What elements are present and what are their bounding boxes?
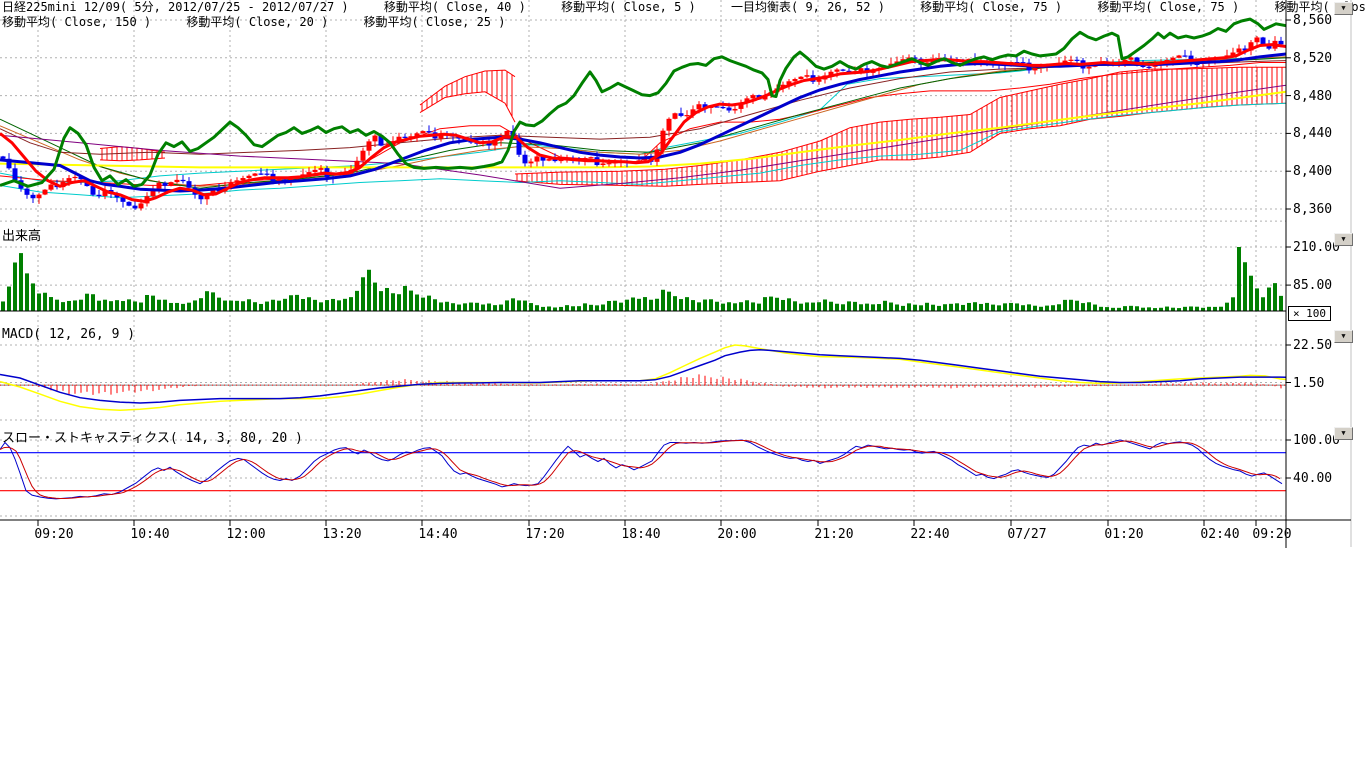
x-axis-tick-label: 09:20 <box>32 527 76 542</box>
x-axis-tick-label: 21:20 <box>812 527 856 542</box>
stoch-axis-label: 40.00 <box>1293 471 1332 486</box>
macd-axis-label: 22.50 <box>1293 338 1332 353</box>
legend-ma150: 移動平均( Close, 150 ) <box>2 15 151 29</box>
x-axis-tick-label: 13:20 <box>320 527 364 542</box>
x-axis-tick-label: 20:00 <box>715 527 759 542</box>
volume-multiplier-badge: × 100 <box>1288 306 1331 321</box>
stoch-axis-label: 100.00 <box>1293 433 1340 448</box>
x-axis-tick-label: 07/27 <box>1005 527 1049 542</box>
chart-window: 日経225mini 12/09( 5分, 2012/07/25 - 2012/0… <box>0 0 1366 768</box>
price-axis-label: 8,440 <box>1293 126 1332 141</box>
legend-ichimoku: 一目均衡表( 9, 26, 52 ) <box>731 0 885 14</box>
price-scale-dropdown-button[interactable]: ▼ <box>1334 2 1353 15</box>
volume-axis-label: 210.00 <box>1293 240 1340 255</box>
legend-ma75a: 移動平均( Close, 75 ) <box>920 0 1062 14</box>
price-axis-label: 8,400 <box>1293 164 1332 179</box>
x-axis-tick-label: 02:40 <box>1198 527 1242 542</box>
stochastics-scale-dropdown-button[interactable]: ▼ <box>1334 427 1353 440</box>
chevron-down-icon: ▼ <box>1341 4 1345 12</box>
price-axis-label: 8,480 <box>1293 89 1332 104</box>
indicator-legend: 日経225mini 12/09( 5分, 2012/07/25 - 2012/0… <box>2 0 1366 30</box>
x-axis-tick-label: 01:20 <box>1102 527 1146 542</box>
macd-scale-dropdown-button[interactable]: ▼ <box>1334 330 1353 343</box>
x-axis-tick-label: 14:40 <box>416 527 460 542</box>
legend-ma20: 移動平均( Close, 20 ) <box>186 15 328 29</box>
legend-ma5: 移動平均( Close, 5 ) <box>561 0 696 14</box>
x-axis-tick-label: 10:40 <box>128 527 172 542</box>
volume-scale-dropdown-button[interactable]: ▼ <box>1334 233 1353 246</box>
macd-axis-label: 1.50 <box>1293 376 1324 391</box>
chart-title: 日経225mini 12/09( 5分, 2012/07/25 - 2012/0… <box>2 0 349 14</box>
legend-ma75b: 移動平均( Close, 75 ) <box>1097 0 1239 14</box>
legend-ma25: 移動平均( Close, 25 ) <box>364 15 506 29</box>
x-axis-tick-label: 09:20 <box>1250 527 1294 542</box>
legend-row-2: 移動平均( Close, 150 ) 移動平均( Close, 20 ) 移動平… <box>2 15 1366 30</box>
chevron-down-icon: ▼ <box>1341 429 1345 437</box>
chevron-down-icon: ▼ <box>1341 332 1345 340</box>
x-axis-tick-label: 17:20 <box>523 527 567 542</box>
stochastics-pane-label: スロー・ストキャスティクス( 14, 3, 80, 20 ) <box>2 427 303 446</box>
price-axis-label: 8,520 <box>1293 51 1332 66</box>
price-axis-label: 8,360 <box>1293 202 1332 217</box>
volume-pane-label: 出来高 <box>2 225 41 244</box>
x-axis-tick-label: 12:00 <box>224 527 268 542</box>
price-chart-canvas[interactable] <box>0 0 1366 768</box>
volume-axis-label: 85.00 <box>1293 278 1332 293</box>
macd-pane-label: MACD( 12, 26, 9 ) <box>2 327 135 342</box>
x-axis-tick-label: 22:40 <box>908 527 952 542</box>
x-axis-tick-label: 18:40 <box>619 527 663 542</box>
legend-row-1: 日経225mini 12/09( 5分, 2012/07/25 - 2012/0… <box>2 0 1366 15</box>
chevron-down-icon: ▼ <box>1341 235 1345 243</box>
legend-ma40: 移動平均( Close, 40 ) <box>384 0 526 14</box>
